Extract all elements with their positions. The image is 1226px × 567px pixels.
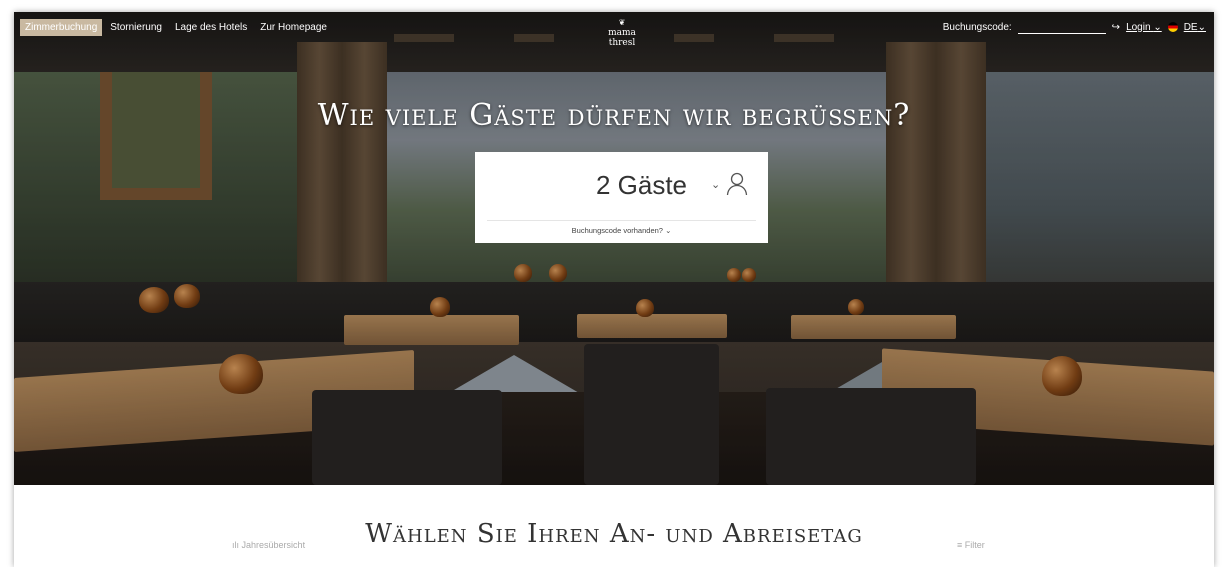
login-dropdown[interactable]: Login ⌄ [1126,22,1162,33]
filter-icon: ≡ [957,540,963,550]
top-navigation: Zimmerbuchung Stornierung Lage des Hotel… [14,12,1214,48]
booking-code-label: Buchungscode: [942,21,1012,33]
logo-ornament-icon: ❦ [618,18,626,27]
page-frame: Zimmerbuchung Stornierung Lage des Hotel… [14,12,1214,567]
guest-count-select[interactable]: 2 Gäste [475,152,768,218]
hotel-logo[interactable]: ❦ mama thresl [602,18,642,58]
user-icon [726,172,748,196]
nav-link-zimmerbuchung[interactable]: Zimmerbuchung [20,18,103,36]
chevron-down-icon: ⌄ [1197,21,1206,33]
login-label: Login [1126,21,1151,33]
german-flag-icon [1167,22,1178,32]
guest-count-value: 2 Gäste [595,169,688,200]
logo-text-line2: thresl [608,38,636,48]
chevron-down-icon: ⌄ [665,226,672,235]
hero-image [14,12,1214,485]
logo-text-line1: mama [608,28,636,38]
booking-code-input[interactable] [1017,20,1106,34]
hero-overlay [14,12,1214,485]
language-label: DE [1183,21,1198,33]
calendar-header-section: ılı Jahresübersicht Wählen Sie Ihren An-… [14,485,1214,567]
booking-code-submit-icon[interactable]: ↪ [1112,22,1120,33]
nav-link-zur-homepage[interactable]: Zur Homepage [255,19,332,36]
hero-title: Wie viele Gäste dürfen wir begrüßen? [317,98,911,133]
chevron-down-icon: ⌄ [1153,21,1162,33]
booking-code-toggle-label: Buchungscode vorhanden? [571,226,663,235]
nav-link-stornierung[interactable]: Stornierung [105,19,167,36]
nav-right: Buchungscode: ↪ Login ⌄ DE⌄ [943,12,1206,42]
filter-link[interactable]: ≡ Filter [957,540,985,550]
guest-selector-box: 2 Gäste ⌄ Buchungscode vorhanden? ⌄ [475,152,768,243]
chevron-down-icon[interactable]: ⌄ [711,178,720,191]
nav-link-lage-des-hotels[interactable]: Lage des Hotels [170,19,252,36]
booking-code-toggle[interactable]: Buchungscode vorhanden? ⌄ [475,226,768,235]
language-dropdown[interactable]: DE⌄ [1184,22,1206,33]
filter-label: Filter [964,540,985,550]
divider [487,220,756,221]
section-title: Wählen Sie Ihren An- und Abreisetag [365,519,863,549]
